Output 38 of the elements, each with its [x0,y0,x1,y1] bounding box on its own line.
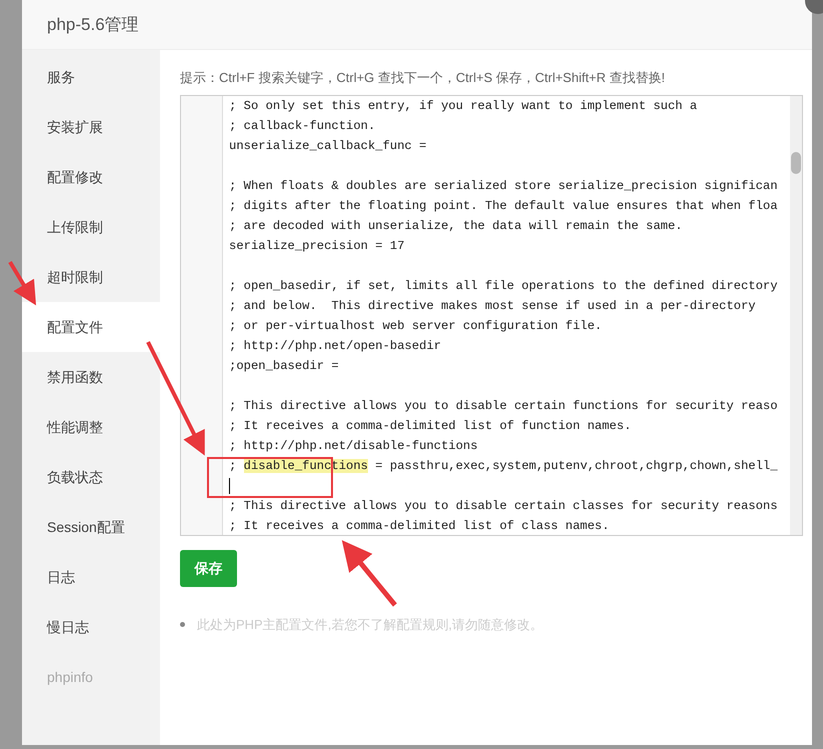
code-line: ; This directive allows you to disable certain functions for security reaso [229,398,779,415]
code-line: ; This directive allows you to disable certain classes for security reasons [229,498,779,515]
bullet-icon [180,622,185,628]
code-editor[interactable] [180,95,803,536]
code-line: ; It receives a comma-delimited list of function names. [229,418,632,435]
window-title: php-5.6管理 [47,14,139,36]
code-line: ; callback-function. [229,118,376,135]
sidebar-item[interactable]: 日志 [22,552,160,602]
code-line: unserialize_callback_func = [229,138,428,155]
sidebar-item[interactable]: 上传限制 [22,202,160,252]
sidebar-item[interactable]: 禁用函数 [22,352,160,402]
code-line: ; So only set this entry, if you really want to implement such a [229,98,698,115]
sidebar-item[interactable]: 负载状态 [22,452,160,502]
code-line: ; http://php.net/disable-functions [229,438,479,455]
sidebar-item[interactable]: 慢日志 [22,602,160,652]
annotation-arrow [8,260,36,306]
sidebar-item[interactable]: 性能调整 [22,402,160,452]
annotation-arrow [342,540,397,607]
code-line: ; It receives a comma-delimited list of class names. [229,518,610,535]
sidebar-item[interactable]: 安装扩展 [22,102,160,152]
hint-text: 提示：Ctrl+F 搜索关键字，Ctrl+G 查找下一个，Ctrl+S 保存，Ctrl+Shift+R 查找替换! [180,69,666,87]
code-line: ; digits after the floating point. The default value ensures that when floa [229,198,779,215]
sidebar-item[interactable]: 超时限制 [22,252,160,302]
sidebar-item[interactable]: 配置文件 [22,302,160,352]
sidebar-item[interactable]: 服务 [22,52,160,102]
code-line: serialize_precision = 17 [229,238,406,255]
code-line: ; or per-virtualhost web server configuration file. [229,318,603,335]
code-line: ; and below. This directive makes most sense if used in a per-directory [229,298,757,315]
sidebar-item[interactable]: 配置修改 [22,152,160,202]
code-line: ; open_basedir, if set, limits all file operations to the defined directory [229,278,779,295]
sidebar-item[interactable]: Session配置 [22,502,160,552]
scrollbar[interactable] [790,96,802,535]
code-line: ; When floats & doubles are serialized store serialize_precision significan [229,178,779,195]
code-line: ; http://php.net/open-basedir [229,338,442,355]
text-cursor [229,478,230,494]
scrollbar-thumb[interactable] [791,152,801,174]
code-line: ;open_basedir = [229,358,340,375]
code-line: ; are decoded with unserialize, the data will remain the same. [229,218,684,235]
